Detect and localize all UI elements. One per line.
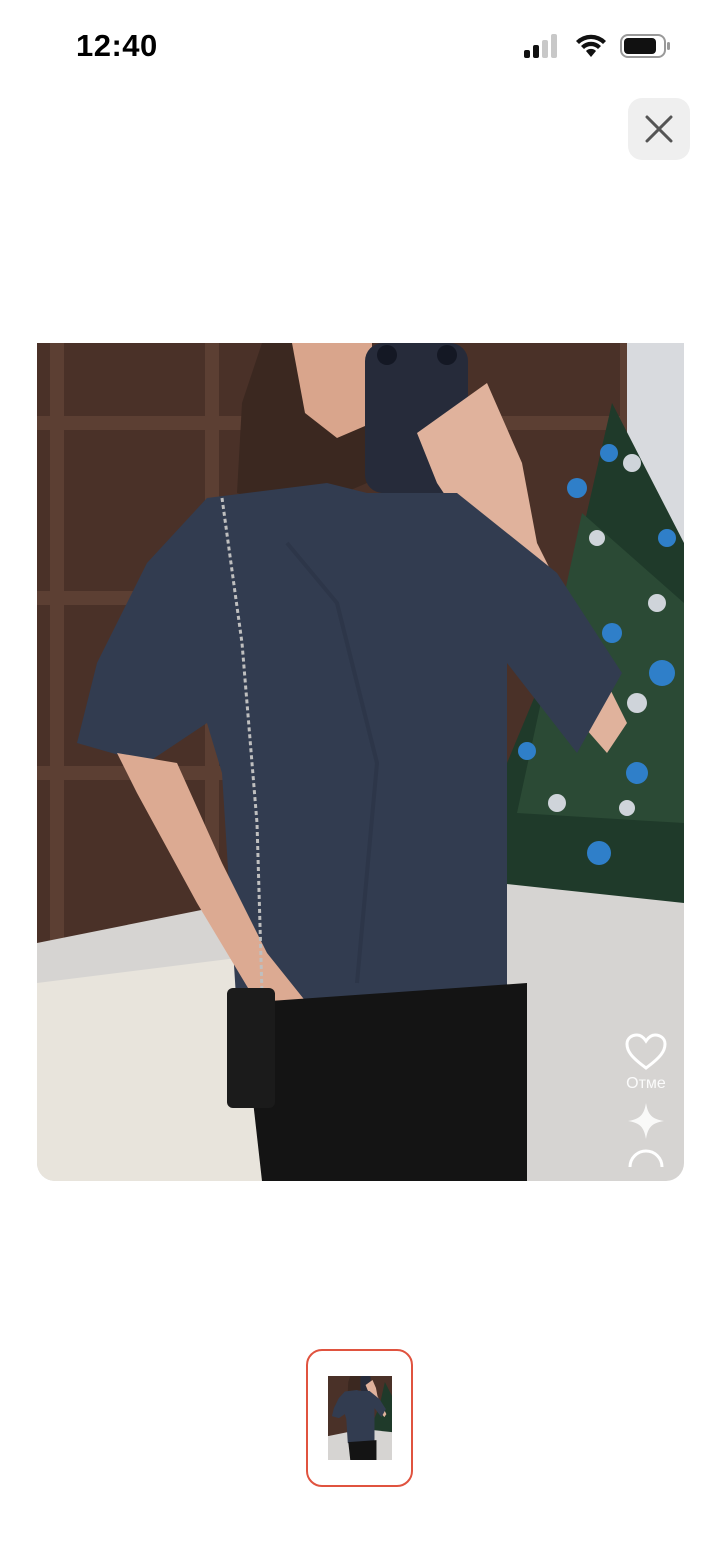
heart-icon[interactable] [625, 1033, 667, 1071]
status-time: 12:40 [76, 28, 158, 63]
cellular-signal-icon [524, 34, 557, 58]
like-label: Отме [626, 1075, 666, 1092]
status-bar: 12:40 [0, 0, 720, 96]
product-photo-illustration [37, 343, 684, 1181]
thumbnail-image [327, 1376, 392, 1460]
battery-icon [620, 34, 670, 58]
close-button[interactable] [628, 98, 690, 160]
photo-overlay-actions: Отме [616, 1033, 676, 1167]
thumbnail-selected[interactable] [306, 1349, 413, 1487]
circle-icon [628, 1149, 664, 1167]
close-icon [645, 115, 673, 143]
status-icons [524, 33, 672, 59]
sparkle-icon [628, 1103, 664, 1139]
product-photo[interactable]: Отме [37, 343, 684, 1181]
wifi-icon [576, 34, 606, 57]
